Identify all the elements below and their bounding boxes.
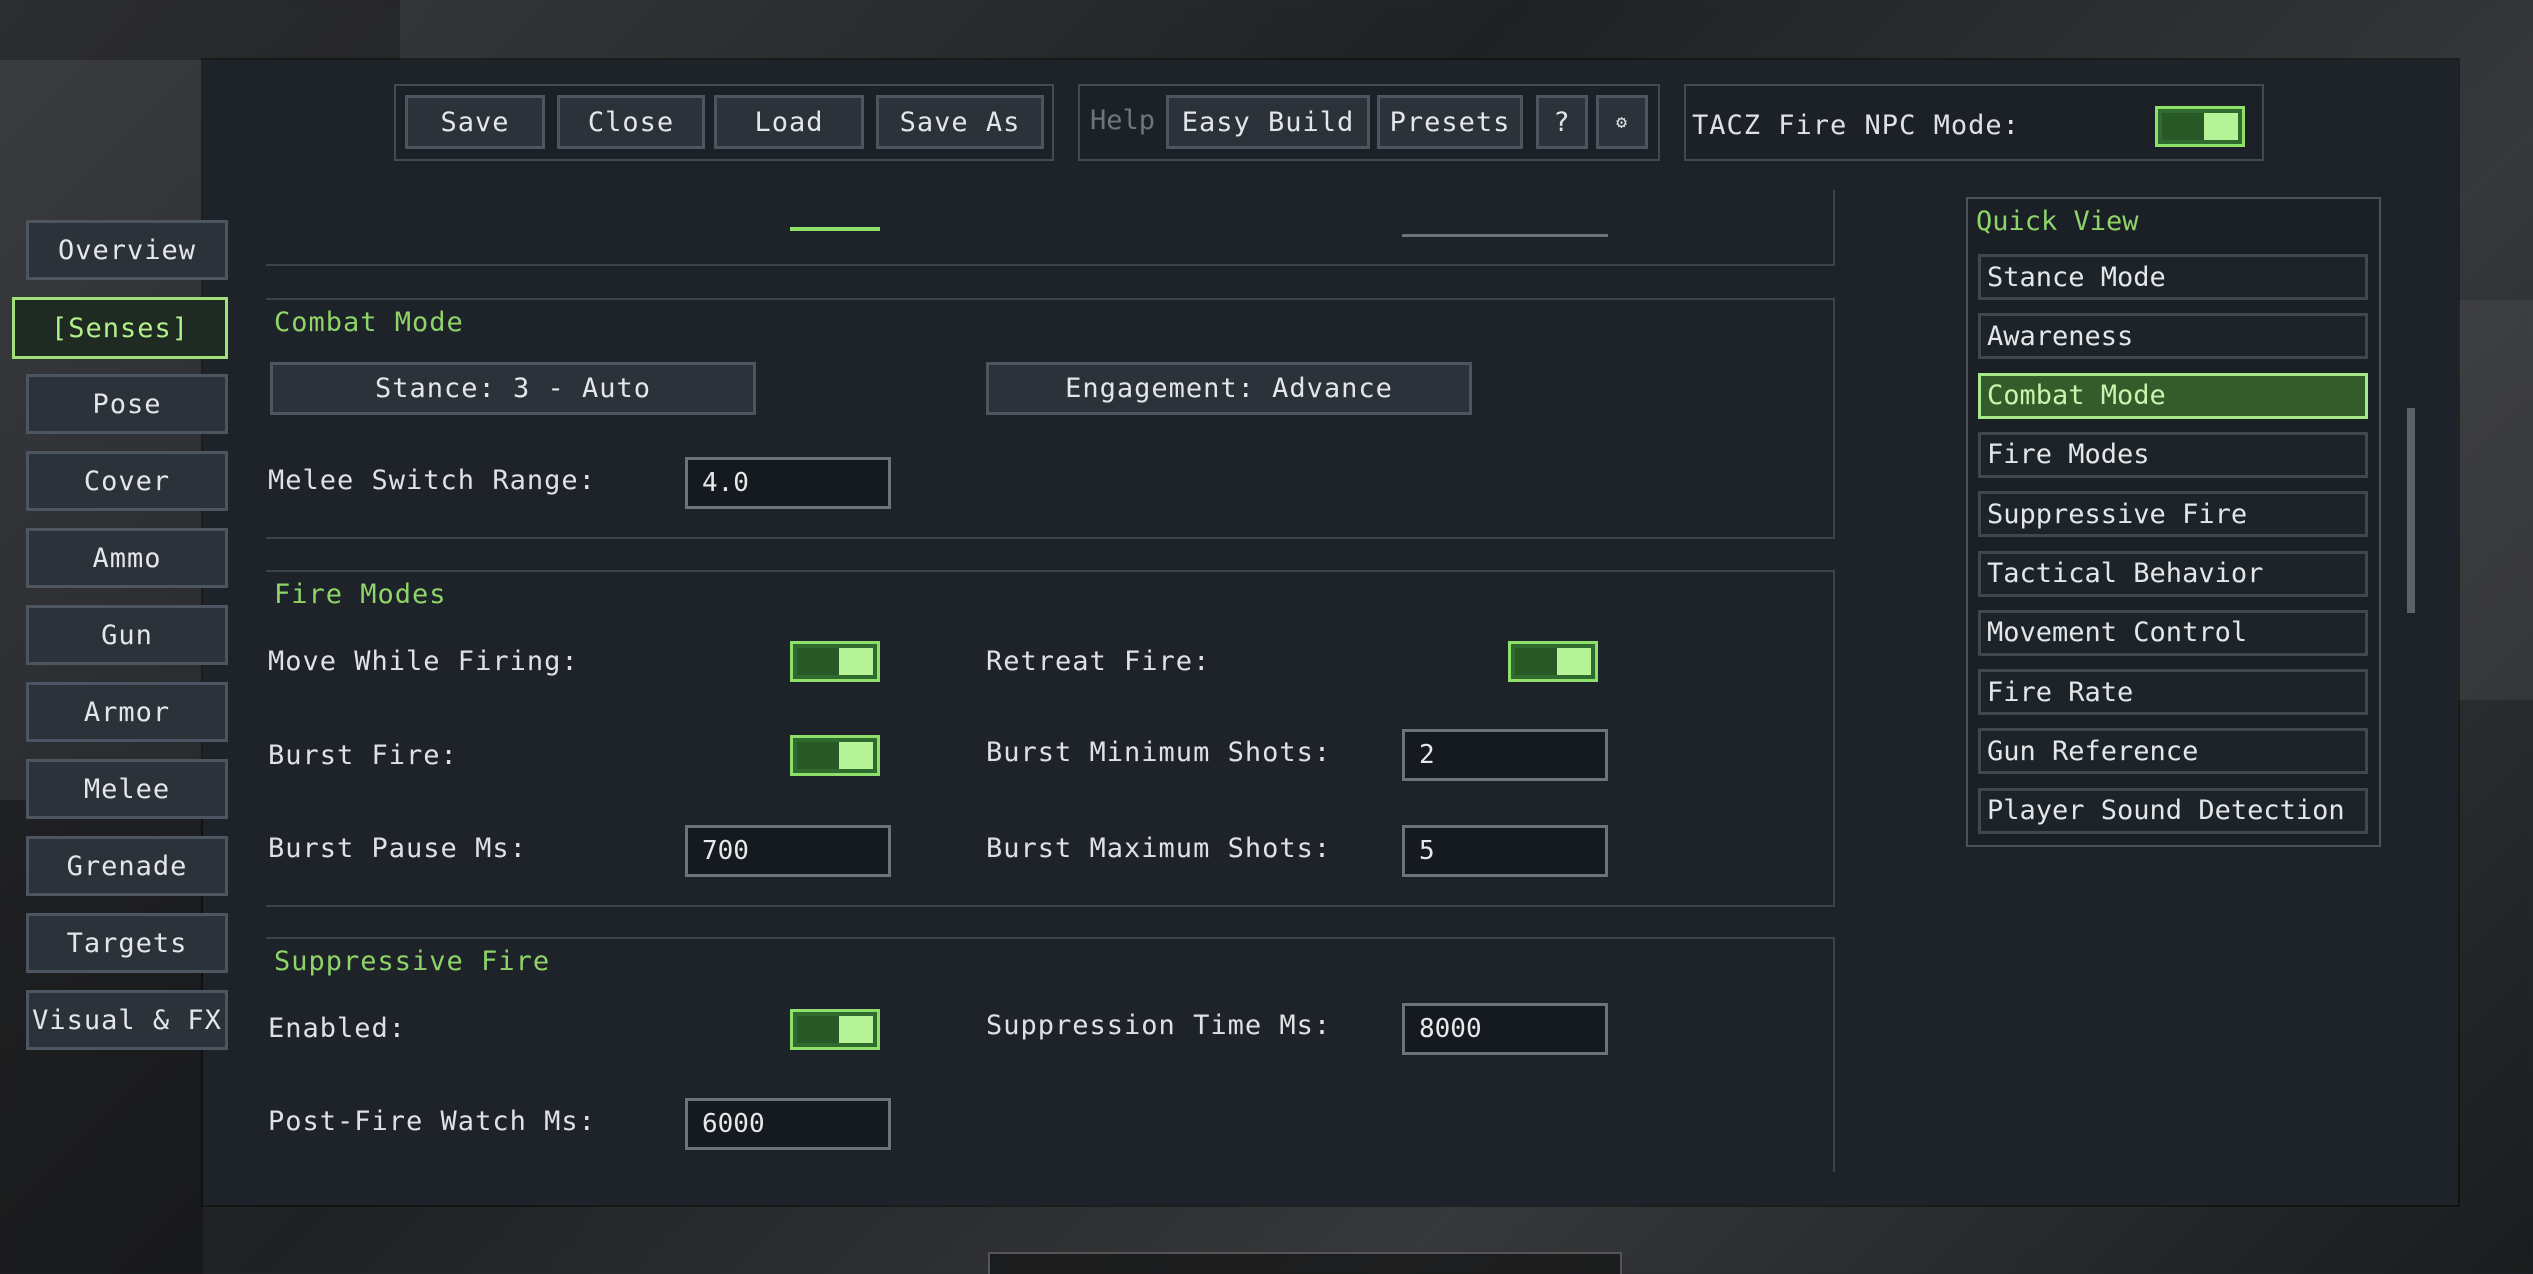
quick-view-item-9[interactable]: Player Sound Detection bbox=[1978, 787, 2368, 834]
sidebar-item-7[interactable]: Melee bbox=[26, 759, 228, 819]
burst-fire-label: Burst Fire: bbox=[268, 740, 458, 771]
sidebar-item-1[interactable]: [Senses] bbox=[12, 297, 228, 359]
burst-pause-label: Burst Pause Ms: bbox=[268, 833, 527, 864]
clipped-toggle-edge bbox=[790, 227, 880, 231]
presets-button[interactable]: Presets bbox=[1377, 95, 1523, 149]
melee-switch-range-input[interactable]: 4.0 bbox=[685, 457, 891, 509]
burst-min-shots-label: Burst Minimum Shots: bbox=[986, 737, 1332, 768]
post-fire-watch-label: Post-Fire Watch Ms: bbox=[268, 1106, 596, 1137]
close-button[interactable]: Close bbox=[557, 95, 705, 149]
quick-view-item-3[interactable]: Fire Modes bbox=[1978, 431, 2368, 478]
suppressive-enabled-toggle[interactable] bbox=[790, 1009, 880, 1050]
suppression-time-input[interactable]: 8000 bbox=[1402, 1003, 1608, 1055]
sidebar-item-2[interactable]: Pose bbox=[26, 374, 228, 434]
suppressive-fire-title: Suppressive Fire bbox=[274, 946, 551, 977]
quick-view-item-2[interactable]: Combat Mode bbox=[1978, 372, 2368, 419]
content-scrollbar[interactable] bbox=[2407, 408, 2415, 613]
move-while-firing-label: Move While Firing: bbox=[268, 646, 579, 677]
quick-view-item-7[interactable]: Fire Rate bbox=[1978, 669, 2368, 716]
quick-view-item-5[interactable]: Tactical Behavior bbox=[1978, 550, 2368, 597]
combat-mode-section bbox=[266, 298, 1835, 539]
fire-modes-title: Fire Modes bbox=[274, 579, 447, 610]
burst-max-shots-label: Burst Maximum Shots: bbox=[986, 833, 1332, 864]
toggle-track bbox=[797, 1016, 839, 1043]
tacz-mode-toggle[interactable] bbox=[2155, 106, 2245, 147]
post-fire-watch-input[interactable]: 6000 bbox=[685, 1098, 891, 1150]
settings-gear-icon[interactable]: ⚙ bbox=[1596, 95, 1648, 149]
toggle-track bbox=[797, 742, 839, 769]
save-as-button[interactable]: Save As bbox=[876, 95, 1044, 149]
burst-max-shots-input[interactable]: 5 bbox=[1402, 825, 1608, 877]
retreat-fire-toggle[interactable] bbox=[1508, 641, 1598, 682]
quick-view-item-1[interactable]: Awareness bbox=[1978, 313, 2368, 360]
burst-min-shots-input[interactable]: 2 bbox=[1402, 729, 1608, 781]
sidebar-item-4[interactable]: Ammo bbox=[26, 528, 228, 588]
toggle-knob bbox=[1557, 648, 1591, 675]
easy-build-button[interactable]: Easy Build bbox=[1166, 95, 1370, 149]
sidebar-item-5[interactable]: Gun bbox=[26, 605, 228, 665]
move-while-firing-toggle[interactable] bbox=[790, 641, 880, 682]
background-block bbox=[0, 0, 400, 60]
sidebar-item-9[interactable]: Targets bbox=[26, 913, 228, 973]
sidebar-item-10[interactable]: Visual & FX bbox=[26, 990, 228, 1050]
load-button[interactable]: Load bbox=[714, 95, 864, 149]
burst-pause-input[interactable]: 700 bbox=[685, 825, 891, 877]
retreat-fire-label: Retreat Fire: bbox=[986, 646, 1211, 677]
sidebar-item-0[interactable]: Overview bbox=[26, 220, 228, 280]
sidebar-item-3[interactable]: Cover bbox=[26, 451, 228, 511]
game-hotbar bbox=[988, 1252, 1622, 1274]
save-button[interactable]: Save bbox=[405, 95, 545, 149]
toggle-track bbox=[797, 648, 839, 675]
toggle-knob bbox=[2204, 113, 2238, 140]
quick-view-item-4[interactable]: Suppressive Fire bbox=[1978, 491, 2368, 538]
suppression-time-label: Suppression Time Ms: bbox=[986, 1010, 1332, 1041]
stance-button[interactable]: Stance: 3 - Auto bbox=[270, 362, 756, 415]
quick-view-item-0[interactable]: Stance Mode bbox=[1978, 254, 2368, 300]
quick-view-item-8[interactable]: Gun Reference bbox=[1978, 728, 2368, 775]
toggle-knob bbox=[839, 1016, 873, 1043]
burst-fire-toggle[interactable] bbox=[790, 735, 880, 776]
suppressive-enabled-label: Enabled: bbox=[268, 1013, 407, 1044]
quick-view-title: Quick View bbox=[1976, 206, 2139, 237]
engagement-button[interactable]: Engagement: Advance bbox=[986, 362, 1472, 415]
melee-switch-range-label: Melee Switch Range: bbox=[268, 465, 596, 496]
sidebar-item-8[interactable]: Grenade bbox=[26, 836, 228, 896]
toggle-knob bbox=[839, 742, 873, 769]
help-label: Help bbox=[1090, 105, 1156, 136]
toggle-knob bbox=[839, 648, 873, 675]
clipped-section bbox=[266, 190, 1835, 266]
sidebar-item-6[interactable]: Armor bbox=[26, 682, 228, 742]
quick-view-item-6[interactable]: Movement Control bbox=[1978, 609, 2368, 656]
tacz-mode-label: TACZ Fire NPC Mode: bbox=[1692, 110, 2020, 141]
combat-mode-title: Combat Mode bbox=[274, 307, 464, 338]
toggle-track bbox=[1515, 648, 1557, 675]
help-question-button[interactable]: ? bbox=[1536, 95, 1588, 149]
clipped-input-edge bbox=[1402, 234, 1608, 237]
toggle-track bbox=[2162, 113, 2204, 140]
